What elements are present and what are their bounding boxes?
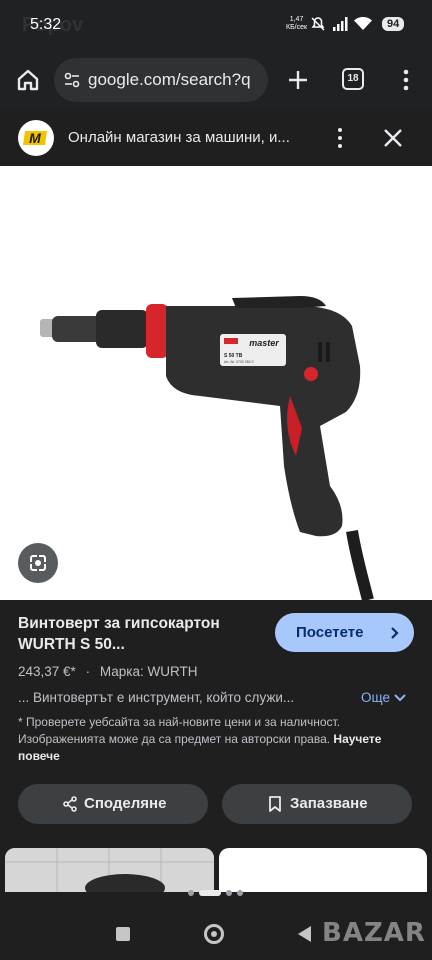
- site-more-icon[interactable]: [332, 125, 348, 151]
- home-icon[interactable]: [14, 66, 42, 94]
- disclaimer-text: * Проверете уебсайта за най-новите цени …: [18, 715, 341, 746]
- watermark: BAZAR: [322, 918, 426, 948]
- lens-icon: [30, 555, 46, 571]
- product-title[interactable]: Винтоверт за гипсокартон WURTH S 50...: [18, 613, 268, 655]
- system-nav-bar: BAZAR: [0, 908, 432, 960]
- price-separator: ·: [85, 664, 91, 679]
- price-row: 243,37 €* · Марка: WURTH: [18, 664, 203, 679]
- wifi-icon: [354, 17, 372, 30]
- site-settings-icon[interactable]: [62, 70, 82, 90]
- site-logo-letter: M: [29, 130, 41, 146]
- chevron-right-icon: [391, 627, 399, 639]
- visit-button[interactable]: Посетете: [275, 613, 414, 652]
- related-images: [0, 848, 432, 908]
- share-icon: [63, 796, 77, 812]
- related-image-thumbnail[interactable]: [5, 848, 214, 892]
- browser-toolbar: google.com/search?q 18: [0, 50, 432, 110]
- drill-model-label: S 50 TB: [224, 353, 243, 359]
- site-title[interactable]: Онлайн магазин за машини, и...: [68, 129, 304, 146]
- signal-icon: [333, 17, 348, 31]
- carousel-indicator: [188, 890, 243, 896]
- nav-home-icon[interactable]: [204, 924, 224, 944]
- save-button-label: Запазване: [290, 795, 368, 812]
- product-info-panel: Винтоверт за гипсокартон WURTH S 50... П…: [0, 600, 432, 848]
- lens-button[interactable]: [18, 543, 58, 583]
- carousel-dot: [237, 890, 243, 896]
- battery-indicator: 94: [382, 17, 405, 31]
- disclaimer: * Проверете уебсайта за най-новите цени …: [18, 714, 414, 765]
- close-icon[interactable]: [382, 127, 404, 149]
- drill-brand-label: master: [249, 338, 279, 348]
- brand-label: Марка: WURTH: [99, 664, 198, 679]
- bookmark-icon: [269, 796, 281, 812]
- save-button[interactable]: Запазване: [222, 784, 412, 824]
- product-image[interactable]: master S 50 TB Art.-Nr. 0702 050 0: [0, 166, 432, 600]
- product-snippet: ... Винтовертът е инструмент, който служ…: [18, 690, 295, 705]
- back-icon[interactable]: [298, 926, 311, 942]
- network-speed-value: 1,47: [289, 16, 304, 23]
- share-button[interactable]: Споделяне: [18, 784, 208, 824]
- recents-icon[interactable]: [116, 927, 130, 941]
- related-image-thumbnail[interactable]: [219, 848, 427, 892]
- status-icons: 94: [310, 16, 405, 32]
- mute-icon: [311, 17, 325, 31]
- site-logo: M: [18, 120, 54, 156]
- network-speed-unit: КБ/сек: [286, 24, 308, 31]
- carousel-dot: [188, 890, 194, 896]
- drill-artno-label: Art.-Nr. 0702 050 0: [224, 360, 254, 364]
- related-image-graphic: [5, 848, 214, 892]
- status-bar: Popov 5:32 1,47 КБ/сек 94: [0, 0, 432, 50]
- status-time: 5:32: [30, 16, 62, 33]
- carousel-dot: [226, 890, 232, 896]
- tab-switcher-button[interactable]: 18: [342, 68, 364, 90]
- new-tab-icon[interactable]: [284, 66, 312, 94]
- carousel-dot-active: [199, 890, 221, 896]
- more-link[interactable]: Още: [361, 690, 406, 705]
- more-link-label: Още: [361, 690, 390, 705]
- address-bar[interactable]: google.com/search?q: [54, 58, 268, 102]
- more-vert-icon[interactable]: [396, 66, 416, 94]
- visit-button-label: Посетете: [296, 624, 364, 641]
- network-speed: 1,47 КБ/сек: [286, 16, 307, 32]
- price: 243,37 €*: [18, 664, 76, 679]
- site-logo-graphic: M: [23, 130, 47, 146]
- site-header: M Онлайн магазин за машини, и...: [0, 110, 432, 166]
- share-button-label: Споделяне: [84, 795, 167, 812]
- url-text: google.com/search?q: [88, 70, 251, 89]
- chevron-down-icon: [394, 694, 406, 702]
- drill-illustration: master S 50 TB Art.-Nr. 0702 050 0: [40, 296, 374, 600]
